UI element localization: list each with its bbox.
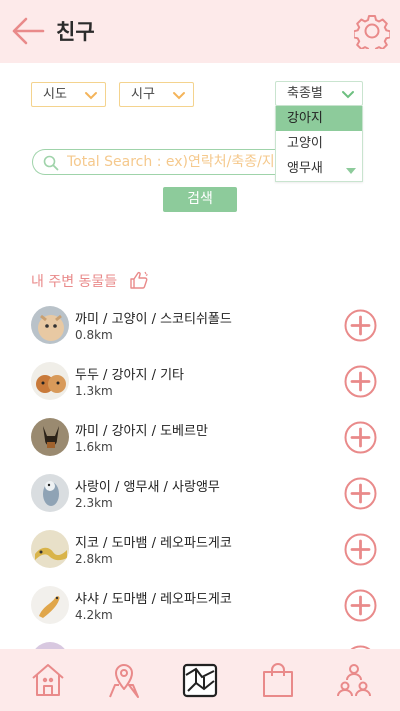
map-icon[interactable] (182, 661, 218, 699)
friend-name: 두두 / 강아지 / 기타 (75, 368, 185, 383)
search-box (32, 149, 275, 175)
chevron-down-icon (85, 92, 97, 100)
friends-icon[interactable] (336, 661, 372, 699)
add-friend-button[interactable] (344, 589, 377, 622)
friend-row[interactable]: 샤샤 / 도마뱀 / 레오파드게코 4.2km (0, 578, 400, 634)
add-friend-button[interactable] (344, 477, 377, 510)
avatar (31, 418, 69, 456)
species-option-cat[interactable]: 고양이 (276, 131, 362, 156)
friend-name: 지코 / 도마뱀 / 레오파드게코 (75, 536, 232, 551)
search-icon (43, 155, 59, 171)
friend-row[interactable]: 까미 / 고양이 / 스코티쉬폴드 0.8km (0, 298, 400, 354)
map-pin-icon[interactable] (106, 661, 142, 699)
scroll-down-arrow-icon[interactable] (346, 168, 356, 174)
friend-row[interactable]: 까미 / 강아지 / 도베르만 1.6km (0, 410, 400, 466)
species-label: 축종별 (287, 86, 323, 101)
friend-name: 샤샤 / 도마뱀 / 레오파드게코 (75, 592, 232, 607)
avatar (31, 362, 69, 400)
sido-label: 시도 (43, 87, 67, 102)
friend-distance: 1.3km (75, 384, 113, 398)
friend-row-partial[interactable] (0, 634, 400, 650)
friend-name: 사랑이 / 앵무새 / 사랑앵무 (75, 480, 220, 495)
section-title: 내 주변 동물들 (31, 274, 118, 290)
friend-name: 까미 / 강아지 / 도베르만 (75, 424, 208, 439)
search-input[interactable] (67, 152, 275, 172)
friend-row[interactable]: 두두 / 강아지 / 기타 1.3km (0, 354, 400, 410)
sido-select[interactable]: 시도 (31, 82, 106, 107)
add-friend-button[interactable] (344, 365, 377, 398)
friend-distance: 4.2km (75, 608, 113, 622)
arrow-left-icon[interactable] (10, 14, 46, 48)
sigu-label: 시구 (131, 87, 155, 102)
sigu-select[interactable]: 시구 (119, 82, 194, 107)
friend-row[interactable]: 지코 / 도마뱀 / 레오파드게코 2.8km (0, 522, 400, 578)
app-header: 친구 (0, 0, 400, 63)
gear-icon[interactable] (354, 13, 390, 49)
species-option-dog[interactable]: 강아지 (276, 106, 362, 131)
avatar (31, 530, 69, 568)
friend-row[interactable]: 사랑이 / 앵무새 / 사랑앵무 2.3km (0, 466, 400, 522)
add-friend-button[interactable] (344, 309, 377, 342)
add-friend-button[interactable] (344, 533, 377, 566)
friend-name: 까미 / 고양이 / 스코티쉬폴드 (75, 312, 232, 327)
shopping-bag-icon[interactable] (260, 661, 296, 699)
avatar (31, 306, 69, 344)
friend-list: 까미 / 고양이 / 스코티쉬폴드 0.8km 두두 / 강아지 / 기타 1.… (0, 298, 400, 650)
search-button[interactable]: 검색 (163, 187, 237, 212)
page-title: 친구 (56, 20, 95, 44)
avatar (31, 586, 69, 624)
add-friend-button[interactable] (344, 421, 377, 454)
thumbs-up-icon (130, 271, 148, 289)
friend-distance: 0.8km (75, 328, 113, 342)
friend-distance: 2.8km (75, 552, 113, 566)
friend-distance: 2.3km (75, 496, 113, 510)
bottom-nav (0, 649, 400, 711)
species-select[interactable]: 축종별 (275, 81, 363, 106)
friend-distance: 1.6km (75, 440, 113, 454)
species-dropdown: 강아지 고양이 앵무새 (275, 106, 363, 182)
avatar (31, 474, 69, 512)
home-icon[interactable] (30, 661, 66, 699)
chevron-down-icon (342, 91, 354, 99)
chevron-down-icon (173, 92, 185, 100)
